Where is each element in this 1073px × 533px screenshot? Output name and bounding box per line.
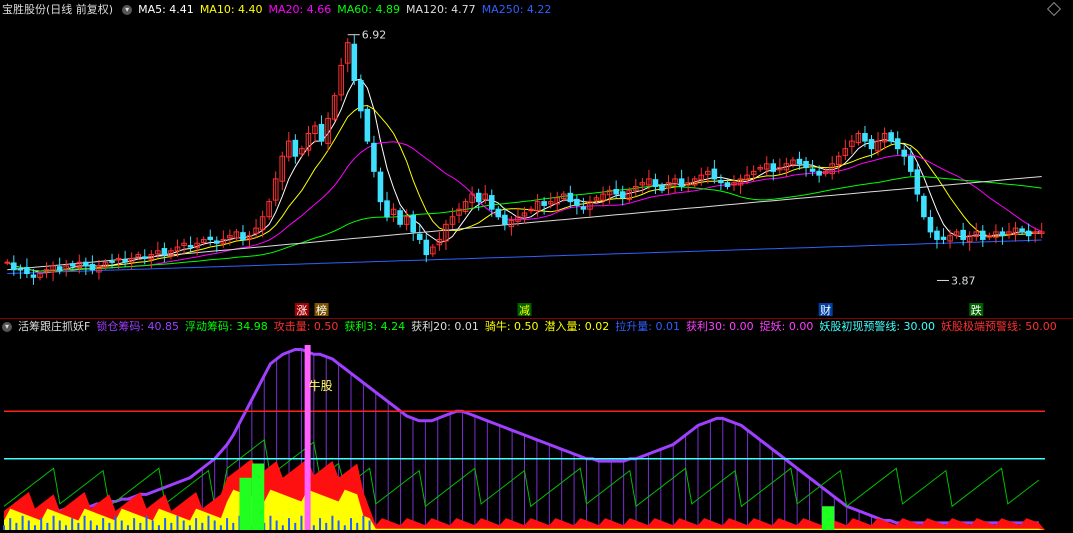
candle <box>999 231 1006 237</box>
candle <box>122 259 128 263</box>
ma250-line <box>7 239 1042 274</box>
candle <box>678 178 685 187</box>
candle <box>718 179 724 184</box>
candle <box>888 132 894 142</box>
candle <box>659 185 665 191</box>
candle <box>816 170 822 176</box>
candle <box>1025 230 1032 237</box>
candle <box>187 245 194 248</box>
candle <box>4 261 11 264</box>
high-price-label: 6.92 <box>362 29 387 42</box>
candle <box>292 139 299 157</box>
ma10-line <box>7 104 1042 272</box>
candle <box>894 138 901 150</box>
candle <box>351 43 358 82</box>
event-marker-label: 财 <box>820 303 831 317</box>
lock-chips-line <box>3 348 1039 525</box>
candle <box>109 260 115 263</box>
candle <box>240 232 246 240</box>
candle <box>862 133 868 142</box>
candle <box>907 155 914 172</box>
candle <box>770 163 777 172</box>
candle <box>711 168 718 180</box>
candle <box>83 261 89 267</box>
event-marker-label: 榜 <box>316 303 327 317</box>
bull-stock-signal-bar <box>304 345 311 530</box>
candle <box>567 192 574 203</box>
candle <box>796 158 803 165</box>
candle <box>141 256 148 259</box>
candle <box>914 169 921 195</box>
price-chart[interactable]: 6.92 3.87 涨榜 减 财 跌牛股 <box>0 0 1073 533</box>
candle <box>1019 228 1025 233</box>
candle <box>868 139 875 150</box>
candle <box>384 200 390 218</box>
candle <box>960 229 966 240</box>
candle <box>574 198 580 206</box>
candle <box>161 248 168 256</box>
candle <box>371 142 377 172</box>
candle <box>56 266 63 271</box>
candle <box>213 240 220 244</box>
candle <box>803 161 809 169</box>
candle <box>69 263 76 267</box>
candle <box>318 123 325 142</box>
candle <box>30 274 37 278</box>
candle <box>580 206 587 210</box>
candle <box>502 214 508 225</box>
candle <box>940 236 947 240</box>
candle <box>397 210 403 225</box>
candle <box>619 191 626 199</box>
candle <box>495 208 502 218</box>
profit-bar <box>251 463 265 530</box>
candle <box>364 108 371 142</box>
candle <box>724 182 731 187</box>
floating-chips-line <box>3 438 1040 508</box>
candle <box>927 217 934 233</box>
event-marker-label: 跌 <box>971 303 982 317</box>
candle <box>11 262 17 271</box>
candle <box>613 189 619 195</box>
candle <box>475 192 482 203</box>
candle <box>934 230 940 240</box>
candle <box>207 236 214 240</box>
candle <box>416 233 423 240</box>
candle <box>541 201 547 206</box>
candle <box>358 80 364 112</box>
candle <box>423 239 430 256</box>
candle <box>488 195 495 210</box>
candle <box>921 195 927 218</box>
candle <box>809 168 816 172</box>
ma5-line <box>7 78 1042 274</box>
candle <box>17 268 24 271</box>
candle <box>652 179 659 187</box>
bull-stock-signal-label: 牛股 <box>309 378 333 393</box>
event-marker-label: 减 <box>519 304 530 317</box>
candle <box>89 263 96 271</box>
profit-bar <box>239 477 252 530</box>
profit-bar <box>821 506 835 530</box>
event-marker-label: 涨 <box>296 304 307 317</box>
candle <box>24 266 30 275</box>
candle <box>980 230 986 240</box>
low-price-label: 3.87 <box>951 274 976 287</box>
candle <box>377 171 384 203</box>
candle <box>901 149 908 157</box>
candle <box>410 214 416 233</box>
